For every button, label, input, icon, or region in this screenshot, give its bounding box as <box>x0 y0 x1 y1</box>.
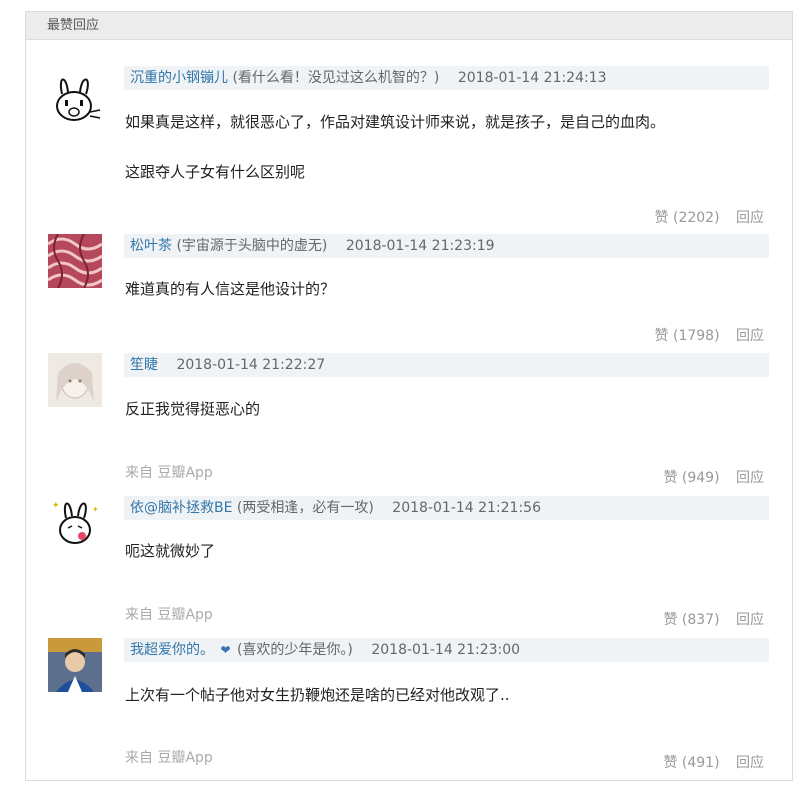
like-button[interactable]: 赞 (949) <box>663 470 719 486</box>
author-link[interactable]: 松叶茶 <box>130 238 172 254</box>
svg-text:✦: ✦ <box>52 501 60 511</box>
comment-time: 2018-01-14 21:22:27 <box>176 357 326 373</box>
comment-time: 2018-01-14 21:23:00 <box>371 642 521 658</box>
reply-button[interactable]: 回应 <box>736 755 764 771</box>
pattern-avatar-icon <box>48 234 102 288</box>
comment-meta: 沉重的小钢镚儿 (看什么看！没见过这么机智的？) 2018-01-14 21:2… <box>124 66 769 90</box>
avatar[interactable]: ✦ ✦ <box>48 496 102 550</box>
source-app-link[interactable]: 来自 豆瓣App <box>125 462 213 482</box>
comment-text: 这跟夺人子女有什么区别呢 <box>125 163 306 181</box>
like-button[interactable]: 赞 (2202) <box>655 210 720 226</box>
avatar[interactable] <box>48 353 102 407</box>
author-link[interactable]: 笙睫 <box>130 357 158 373</box>
like-button[interactable]: 赞 (1798) <box>655 328 720 344</box>
sketch-avatar-icon <box>48 353 102 407</box>
author-link[interactable]: 我超爱你的。 <box>130 642 214 658</box>
comment-time: 2018-01-14 21:24:13 <box>457 70 607 86</box>
panel-title: 最赞回应 <box>26 12 792 40</box>
rabbit-avatar-icon: ✦ ✦ <box>48 496 102 550</box>
avatar[interactable] <box>48 234 102 288</box>
reply-button[interactable]: 回应 <box>736 470 764 486</box>
comment-meta: 我超爱你的。 ❤ (喜欢的少年是你。) 2018-01-14 21:23:00 <box>124 638 769 662</box>
author-signature: (喜欢的少年是你。) <box>236 642 353 658</box>
author-signature: (看什么看！没见过这么机智的？) <box>232 70 440 86</box>
author-signature: (宇宙源于头脑中的虚无) <box>176 238 328 254</box>
like-button[interactable]: 赞 (491) <box>663 755 719 771</box>
comment-text: 难道真的有人信这是他设计的？ <box>125 280 336 298</box>
heart-icon: ❤ <box>220 643 231 657</box>
comment-actions: 赞 (837) 回应 <box>651 609 764 629</box>
reply-button[interactable]: 回应 <box>736 328 764 344</box>
comment-time: 2018-01-14 21:21:56 <box>392 500 541 516</box>
author-link[interactable]: 依@脑补拯救BE <box>130 500 232 516</box>
reply-button[interactable]: 回应 <box>736 210 764 226</box>
source-app-link[interactable]: 来自 豆瓣App <box>125 747 213 767</box>
comment-actions: 赞 (2202) 回应 <box>643 207 764 227</box>
comment-meta: 笙睫 2018-01-14 21:22:27 <box>124 353 769 377</box>
comment-meta: 松叶茶 (宇宙源于头脑中的虚无) 2018-01-14 21:23:19 <box>124 234 769 258</box>
top-comments-panel: 最赞回应 沉重的小钢镚儿 (看什么看！没见过这么机智的？) 2018-01-14… <box>25 11 793 781</box>
comment-actions: 赞 (1798) 回应 <box>643 325 764 345</box>
comment-text: 如果真是这样，就很恶心了，作品对建筑设计师来说，就是孩子，是自己的血肉。 <box>125 113 666 131</box>
comment-actions: 赞 (491) 回应 <box>651 752 764 772</box>
author-link[interactable]: 沉重的小钢镚儿 <box>130 70 228 86</box>
like-button[interactable]: 赞 (837) <box>663 612 719 628</box>
avatar[interactable] <box>48 638 102 692</box>
rabbit-avatar-icon <box>48 72 102 126</box>
comment-text: 呃这就微妙了 <box>125 542 216 560</box>
comment-time: 2018-01-14 21:23:19 <box>345 238 495 254</box>
avatar[interactable] <box>48 72 102 126</box>
photo-avatar-icon <box>48 638 102 692</box>
reply-button[interactable]: 回应 <box>736 612 764 628</box>
comment-meta: 依@脑补拯救BE (两受相逢，必有一攻) 2018-01-14 21:21:56 <box>124 496 769 520</box>
comment-actions: 赞 (949) 回应 <box>651 467 764 487</box>
comment-text: 上次有一个帖子他对女生扔鞭炮还是啥的已经对他改观了.. <box>125 686 510 704</box>
comment-text: 反正我觉得挺恶心的 <box>125 400 261 418</box>
svg-text:✦: ✦ <box>92 505 99 514</box>
author-signature: (两受相逢，必有一攻) <box>236 500 374 516</box>
source-app-link[interactable]: 来自 豆瓣App <box>125 604 213 624</box>
